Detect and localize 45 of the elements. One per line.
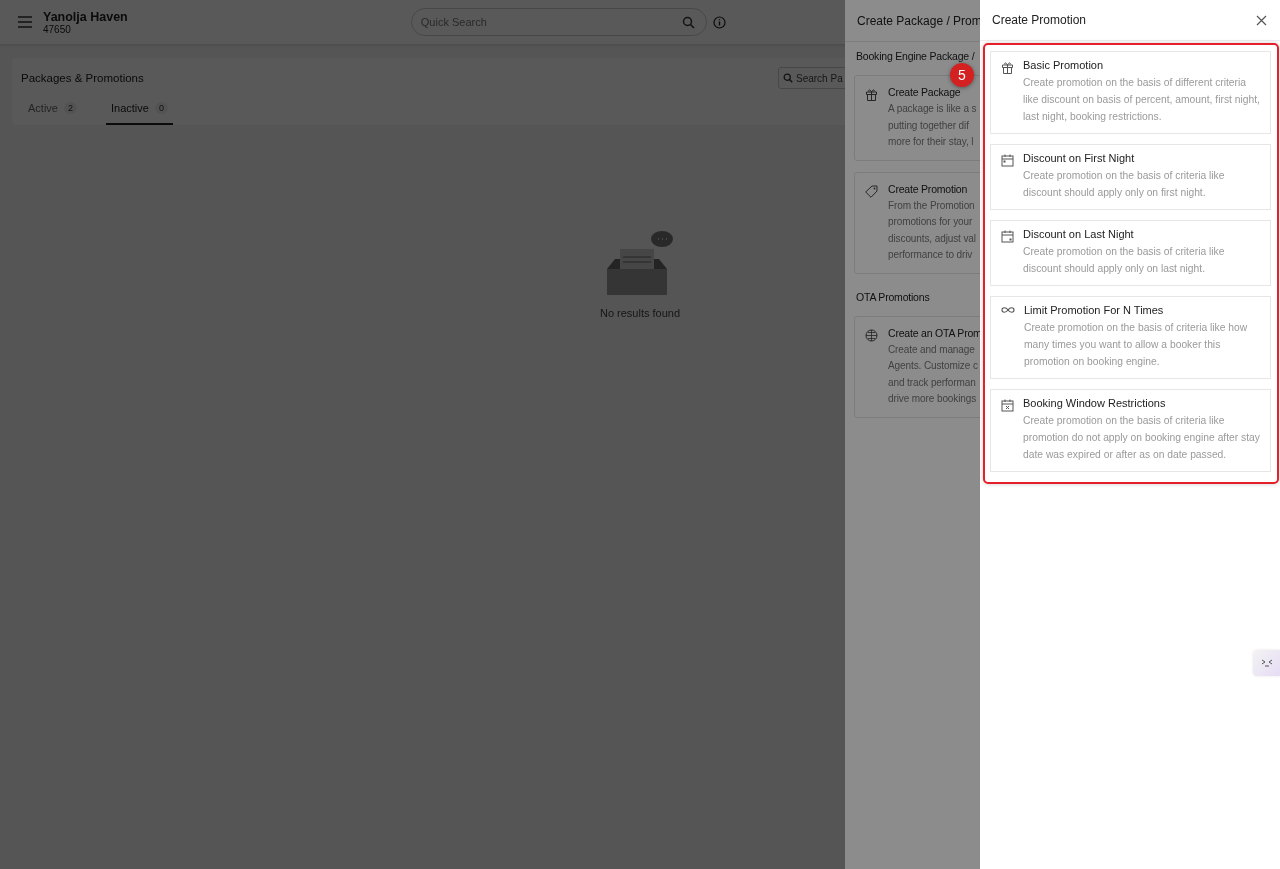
speech-bubble-icon — [651, 231, 673, 247]
tab-count: 2 — [63, 102, 77, 114]
promotion-option-card[interactable]: Basic Promotion Create promotion on the basis of different criteria like discount on basis of percent, amount, first night, last night, booking restrictions. — [990, 51, 1271, 134]
option-title: Discount on First Night — [1023, 152, 1136, 164]
promotion-option-card[interactable]: Limit Promotion For N Times Create promotion on the basis of criteria like how many times you want to allow a booker this promotion on booking engine. — [990, 296, 1271, 379]
property-name: Yanolja Haven — [43, 9, 128, 24]
option-description: Create promotion on the basis of criteria like promotion do not apply on booking engine after stay date was expired or after as on date passed. — [1023, 414, 1261, 462]
empty-message: No results found — [599, 307, 681, 319]
empty-inbox-drawing — [607, 249, 667, 295]
face-icon — [1260, 659, 1273, 667]
option-title: Limit Promotion For N Times — [1024, 304, 1165, 316]
promotion-option-card[interactable]: Booking Window Restrictions Create promotion on the basis of criteria like promotion do not apply on booking engine after stay date was expired or after as on date passed. — [990, 389, 1271, 472]
option-title: Create Promotion — [888, 182, 969, 195]
option-title: Discount on Last Night — [1023, 228, 1135, 240]
calendar-icon — [1001, 154, 1014, 167]
info-icon[interactable] — [712, 15, 726, 29]
menu-icon[interactable] — [17, 16, 33, 28]
property-code: 47650 — [43, 23, 71, 35]
option-description: Create promotion on the basis of criteria like discount should apply only on last night. — [1023, 245, 1226, 276]
option-description: Create promotion on the basis of different criteria like discount on basis of percent, amount, first night, last night, booking restrictions. — [1023, 76, 1261, 124]
drawer-title: Create Promotion — [992, 13, 1087, 27]
option-description: A package is like a s putting together dif more for their stay, l — [888, 102, 977, 149]
option-description: Create promotion on the basis of criteria like how many times you want to allow a booker this promotion on booking engine. — [1024, 321, 1249, 369]
section-heading: OTA Promotions — [856, 290, 931, 304]
option-title: Create Package — [888, 86, 962, 98]
page-title: Packages & Promotions — [21, 72, 144, 84]
gift-icon — [865, 88, 878, 101]
option-title: Booking Window Restrictions — [1023, 397, 1167, 409]
infinity-icon — [1001, 306, 1015, 314]
promotion-option-card[interactable]: Discount on First Night Create promotion on the basis of criteria like discount should apply only on first night. — [990, 144, 1271, 210]
calendar-icon — [1001, 399, 1014, 412]
gift-icon — [1001, 61, 1014, 74]
option-description: Create promotion on the basis of criteria like discount should apply only on first night. — [1023, 169, 1226, 200]
option-description: Create and manage Agents. Customize c and track performan drive more bookings — [888, 342, 979, 406]
option-title: Basic Promotion — [1023, 59, 1105, 71]
search-icon — [783, 73, 793, 83]
close-icon[interactable] — [1256, 14, 1267, 26]
chat-widget[interactable] — [1253, 650, 1280, 676]
calendar-icon — [1001, 230, 1014, 243]
tag-icon — [865, 184, 878, 198]
section-heading: Booking Engine Package / — [856, 50, 976, 63]
option-description: From the Promotion promotions for your discounts, adjust val performance to driv — [888, 198, 976, 262]
search-icon[interactable] — [681, 16, 695, 29]
promotion-option-card[interactable]: Discount on Last Night Create promotion on the basis of criteria like discount should apply only on last night. — [990, 220, 1271, 286]
globe-icon — [865, 328, 878, 342]
